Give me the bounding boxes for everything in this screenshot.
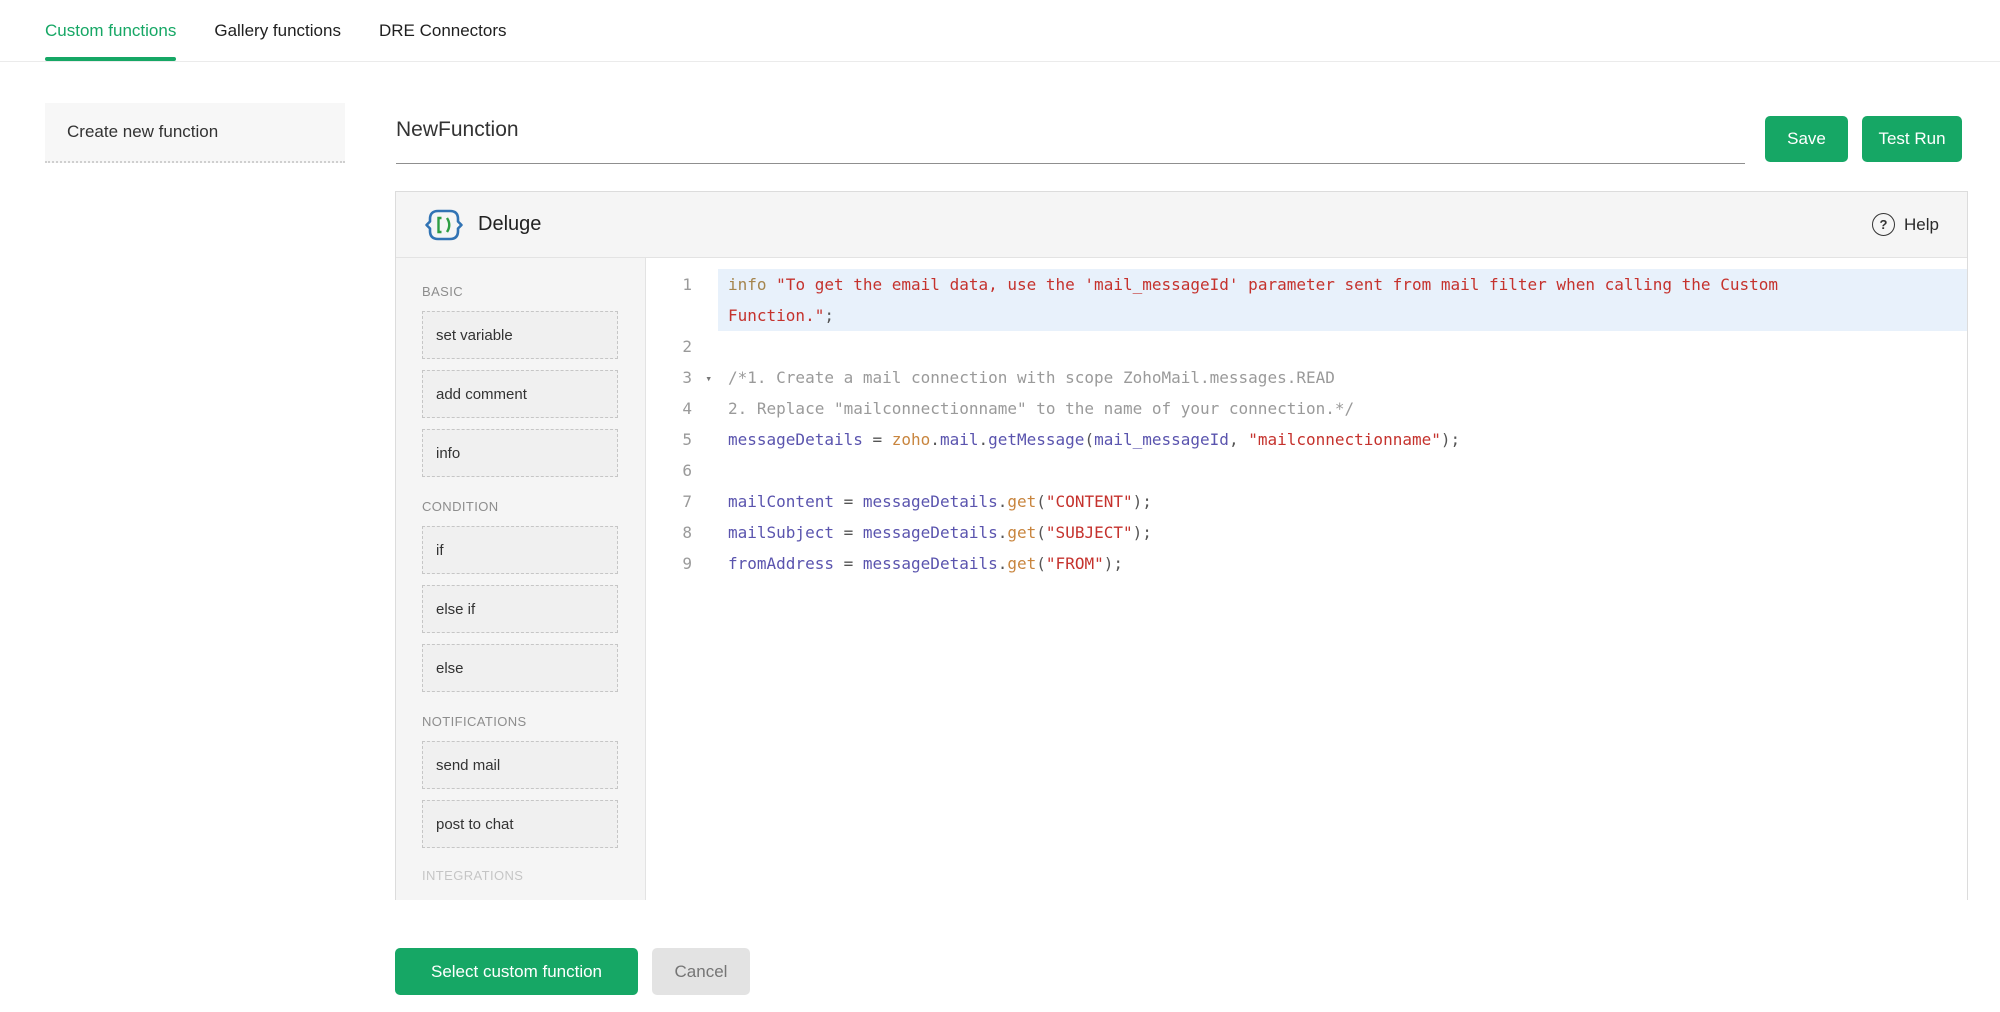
code-line[interactable]: 2. Replace "mailconnectionname" to the n…: [718, 393, 1967, 424]
tool-send-mail[interactable]: send mail: [422, 741, 618, 789]
code-line[interactable]: messageDetails = zoho.mail.getMessage(ma…: [718, 424, 1967, 455]
tools-section-label: INTEGRATIONS: [422, 868, 645, 883]
line-number: 3▾: [646, 362, 718, 393]
tool-post-to-chat[interactable]: post to chat: [422, 800, 618, 848]
line-number: 2: [646, 331, 718, 362]
test-run-button[interactable]: Test Run: [1862, 116, 1962, 162]
tab-custom-functions[interactable]: Custom functions: [45, 0, 176, 61]
code-lines: 1info "To get the email data, use the 'm…: [646, 258, 1967, 900]
line-number: 9: [646, 548, 718, 579]
tab-dre-connectors[interactable]: DRE Connectors: [379, 0, 507, 61]
top-tab-bar: Custom functions Gallery functions DRE C…: [0, 0, 2000, 62]
function-name-underline: [396, 163, 1745, 164]
editor-title: Deluge: [478, 213, 541, 236]
select-custom-function-button[interactable]: Select custom function: [395, 948, 638, 995]
code-line[interactable]: [718, 455, 1967, 486]
code-line[interactable]: [718, 331, 1967, 362]
save-button[interactable]: Save: [1765, 116, 1848, 162]
line-number: 5: [646, 424, 718, 455]
line-number: 8: [646, 517, 718, 548]
editor-body: BASIC set variable add comment info CONDITIO…: [396, 258, 1967, 900]
fold-arrow-icon[interactable]: ▾: [705, 363, 712, 394]
tool-info[interactable]: info: [422, 429, 618, 477]
line-number: 6: [646, 455, 718, 486]
tool-if[interactable]: if: [422, 526, 618, 574]
editor-header: Deluge ? Help: [396, 192, 1967, 258]
tools-panel: BASIC set variable add comment info CONDITIO…: [396, 258, 646, 900]
code-line[interactable]: mailSubject = messageDetails.get("SUBJEC…: [718, 517, 1967, 548]
deluge-logo-icon: [424, 205, 464, 245]
line-number: 1: [646, 269, 718, 331]
tool-else[interactable]: else: [422, 644, 618, 692]
code-line[interactable]: mailContent = messageDetails.get("CONTEN…: [718, 486, 1967, 517]
function-name-input[interactable]: NewFunction: [396, 118, 519, 142]
create-new-function-button[interactable]: Create new function: [45, 103, 345, 163]
deluge-editor-panel: Deluge ? Help BASIC set variable add comme…: [395, 191, 1968, 900]
code-line[interactable]: /*1. Create a mail connection with scope…: [718, 362, 1967, 393]
line-number: 7: [646, 486, 718, 517]
tools-section-label: CONDITION: [422, 499, 645, 514]
code-line[interactable]: fromAddress = messageDetails.get("FROM")…: [718, 548, 1967, 579]
tools-section-label: NOTIFICATIONS: [422, 714, 645, 729]
tab-gallery-functions[interactable]: Gallery functions: [214, 0, 341, 61]
cancel-button[interactable]: Cancel: [652, 948, 750, 995]
code-line[interactable]: info "To get the email data, use the 'ma…: [718, 269, 1967, 331]
line-number: 4: [646, 393, 718, 424]
tool-set-variable[interactable]: set variable: [422, 311, 618, 359]
help-link[interactable]: ? Help: [1872, 213, 1939, 236]
tool-else-if[interactable]: else if: [422, 585, 618, 633]
page: Custom functions Gallery functions DRE C…: [0, 0, 2000, 1012]
help-icon: ?: [1872, 213, 1895, 236]
help-label: Help: [1904, 215, 1939, 235]
tool-add-comment[interactable]: add comment: [422, 370, 618, 418]
tools-section-label: BASIC: [422, 284, 645, 299]
